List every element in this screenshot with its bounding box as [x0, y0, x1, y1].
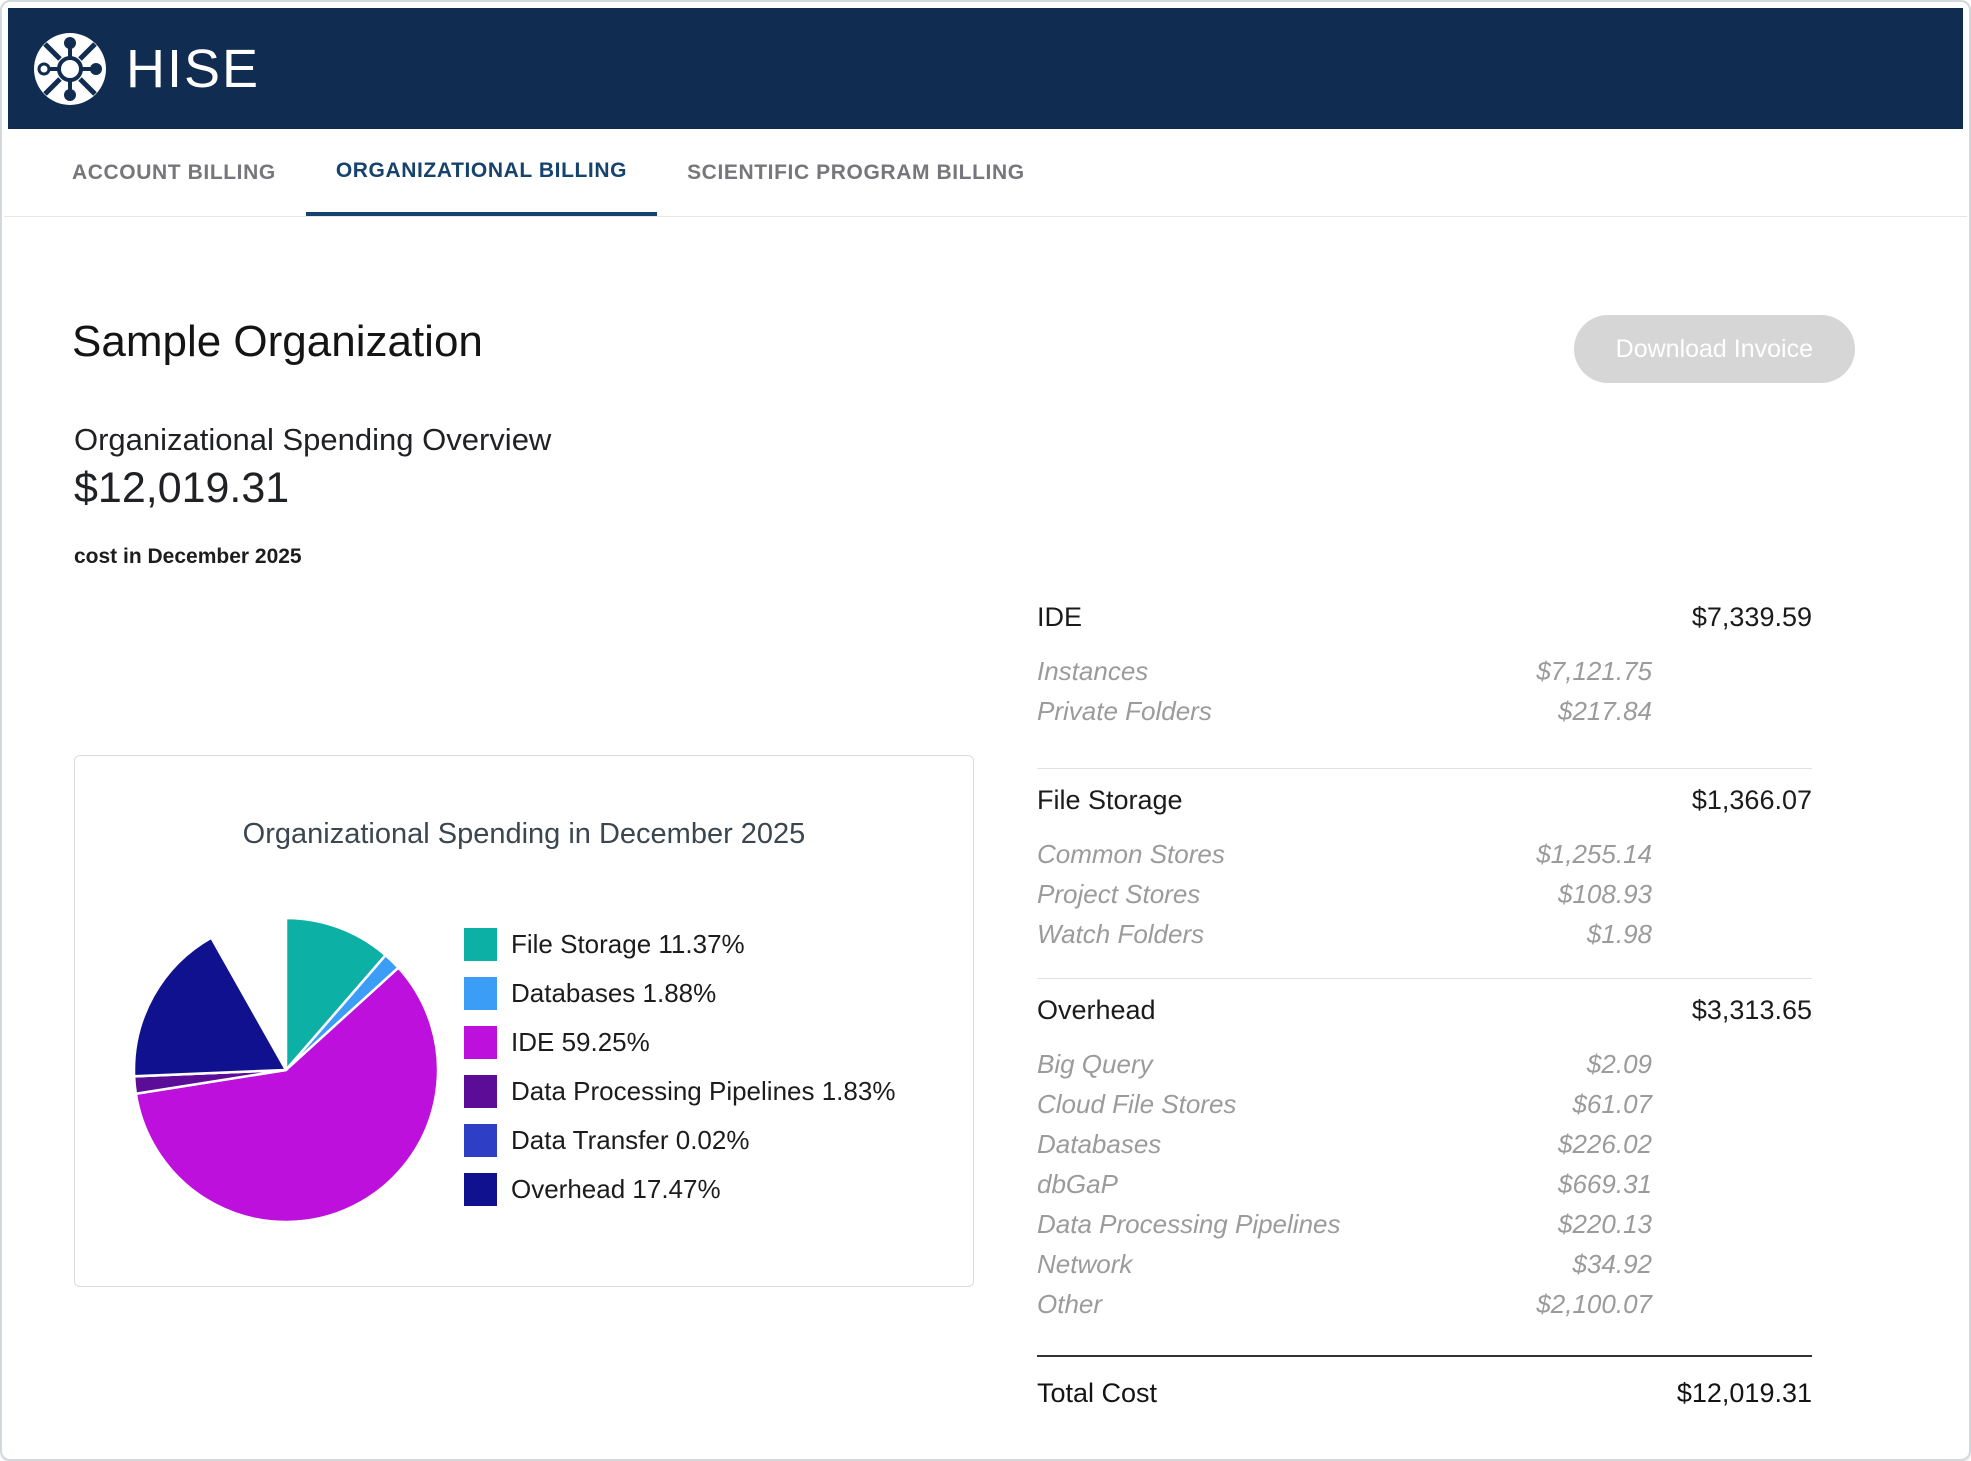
cost-item-value: $34.92 — [1412, 1249, 1652, 1280]
spending-chart-card: Organizational Spending in December 2025… — [74, 755, 974, 1287]
app-header: HISE — [8, 8, 1963, 129]
cost-item-value: $2.09 — [1412, 1049, 1652, 1080]
total-cost-row: Total Cost $12,019.31 — [1037, 1355, 1812, 1413]
hise-hub-icon — [32, 31, 108, 107]
cost-item-watch-folders: Watch Folders$1.98 — [1037, 914, 1812, 954]
cost-item-value: $2,100.07 — [1412, 1289, 1652, 1320]
cost-item-common-stores: Common Stores$1,255.14 — [1037, 834, 1812, 874]
legend-label: Databases 1.88% — [511, 978, 716, 1009]
tab-bar: ACCOUNT BILLINGORGANIZATIONAL BILLINGSCI… — [4, 129, 1967, 217]
cost-section-file-storage: File Storage$1,366.07 Common Stores$1,255… — [1037, 768, 1812, 978]
cost-item-big-query: Big Query$2.09 — [1037, 1044, 1812, 1084]
overview-amount: $12,019.31 — [74, 464, 289, 513]
cost-item-label: Instances — [1037, 656, 1412, 687]
cost-item-label: Data Processing Pipelines — [1037, 1209, 1412, 1240]
cost-section-name: File Storage — [1037, 785, 1692, 816]
cost-item-value: $226.02 — [1412, 1129, 1652, 1160]
legend-label: IDE 59.25% — [511, 1027, 650, 1058]
cost-item-value: $220.13 — [1412, 1209, 1652, 1240]
app-logo[interactable]: HISE — [32, 31, 260, 107]
legend-swatch-file-storage — [464, 928, 497, 961]
cost-table-sections: IDE$7,339.59Instances$7,121.75Private Fo… — [1037, 599, 1812, 1355]
legend-swatch-data-processing-pipelines — [464, 1075, 497, 1108]
legend-item-data-transfer[interactable]: Data Transfer 0.02% — [464, 1124, 895, 1157]
overview-caption: cost in December 2025 — [74, 545, 302, 569]
cost-section-overhead: Overhead$3,313.65Big Query$2.09Cloud Fil… — [1037, 978, 1812, 1355]
tab-scientific-program-billing[interactable]: SCIENTIFIC PROGRAM BILLING — [657, 129, 1055, 216]
cost-item-label: Project Stores — [1037, 879, 1412, 910]
legend-swatch-data-transfer — [464, 1124, 497, 1157]
cost-item-label: Network — [1037, 1249, 1412, 1280]
legend-swatch-overhead — [464, 1173, 497, 1206]
cost-item-label: Private Folders — [1037, 696, 1412, 727]
cost-section-total: $1,366.07 — [1692, 785, 1812, 816]
legend-item-ide[interactable]: IDE 59.25% — [464, 1026, 895, 1059]
chart-legend: File Storage 11.37% Databases 1.88% IDE 59… — [464, 928, 895, 1206]
cost-item-instances: Instances$7,121.75 — [1037, 651, 1812, 691]
legend-item-file-storage[interactable]: File Storage 11.37% — [464, 928, 895, 961]
overview-heading: Organizational Spending Overview — [74, 422, 551, 458]
cost-item-value: $108.93 — [1412, 879, 1652, 910]
pie-chart — [126, 910, 446, 1230]
page-title: Sample Organization — [72, 314, 483, 370]
cost-section-heading: File Storage$1,366.07 — [1037, 782, 1812, 818]
cost-section-ide: IDE$7,339.59Instances$7,121.75Private Fo… — [1037, 599, 1812, 768]
cost-section-name: IDE — [1037, 602, 1692, 633]
tab-account-billing[interactable]: ACCOUNT BILLING — [42, 129, 306, 216]
legend-label: Data Transfer 0.02% — [511, 1125, 749, 1156]
legend-item-overhead[interactable]: Overhead 17.47% — [464, 1173, 895, 1206]
cost-item-value: $7,121.75 — [1412, 656, 1652, 687]
cost-section-total: $7,339.59 — [1692, 602, 1812, 633]
cost-item-label: Common Stores — [1037, 839, 1412, 870]
cost-item-cloud-file-stores: Cloud File Stores$61.07 — [1037, 1084, 1812, 1124]
download-invoice-button[interactable]: Download Invoice — [1574, 315, 1855, 383]
cost-section-name: Overhead — [1037, 995, 1692, 1026]
cost-item-value: $1,255.14 — [1412, 839, 1652, 870]
legend-label: File Storage 11.37% — [511, 929, 745, 960]
legend-label: Overhead 17.47% — [511, 1174, 721, 1205]
cost-item-other: Other$2,100.07 — [1037, 1284, 1812, 1324]
legend-swatch-ide — [464, 1026, 497, 1059]
cost-item-label: Watch Folders — [1037, 919, 1412, 950]
total-cost-value: $12,019.31 — [1677, 1378, 1812, 1409]
pie-slice-overhead[interactable] — [134, 938, 286, 1077]
cost-item-label: dbGaP — [1037, 1169, 1412, 1200]
cost-item-value: $1.98 — [1412, 919, 1652, 950]
cost-item-value: $669.31 — [1412, 1169, 1652, 1200]
cost-item-value: $217.84 — [1412, 696, 1652, 727]
app-window: HISE ACCOUNT BILLINGORGANIZATIONAL BILLI… — [0, 0, 1971, 1461]
cost-item-label: Databases — [1037, 1129, 1412, 1160]
chart-title: Organizational Spending in December 2025 — [75, 818, 973, 851]
tab-organizational-billing[interactable]: ORGANIZATIONAL BILLING — [306, 129, 657, 216]
cost-table: IDE$7,339.59Instances$7,121.75Private Fo… — [1037, 599, 1812, 1413]
legend-swatch-databases — [464, 977, 497, 1010]
cost-item-databases: Databases$226.02 — [1037, 1124, 1812, 1164]
legend-item-data-processing-pipelines[interactable]: Data Processing Pipelines 1.83% — [464, 1075, 895, 1108]
cost-section-heading: IDE$7,339.59 — [1037, 599, 1812, 635]
cost-item-label: Cloud File Stores — [1037, 1089, 1412, 1120]
legend-label: Data Processing Pipelines 1.83% — [511, 1076, 895, 1107]
cost-item-private-folders: Private Folders$217.84 — [1037, 691, 1812, 731]
cost-item-label: Other — [1037, 1289, 1412, 1320]
cost-item-dbgap: dbGaP$669.31 — [1037, 1164, 1812, 1204]
cost-item-label: Big Query — [1037, 1049, 1412, 1080]
brand-name: HISE — [126, 42, 260, 96]
cost-item-network: Network$34.92 — [1037, 1244, 1812, 1284]
cost-item-value: $61.07 — [1412, 1089, 1652, 1120]
total-cost-label: Total Cost — [1037, 1378, 1677, 1409]
legend-item-databases[interactable]: Databases 1.88% — [464, 977, 895, 1010]
cost-section-total: $3,313.65 — [1692, 995, 1812, 1026]
cost-item-project-stores: Project Stores$108.93 — [1037, 874, 1812, 914]
cost-section-heading: Overhead$3,313.65 — [1037, 992, 1812, 1028]
cost-item-data-processing-pipelines: Data Processing Pipelines$220.13 — [1037, 1204, 1812, 1244]
